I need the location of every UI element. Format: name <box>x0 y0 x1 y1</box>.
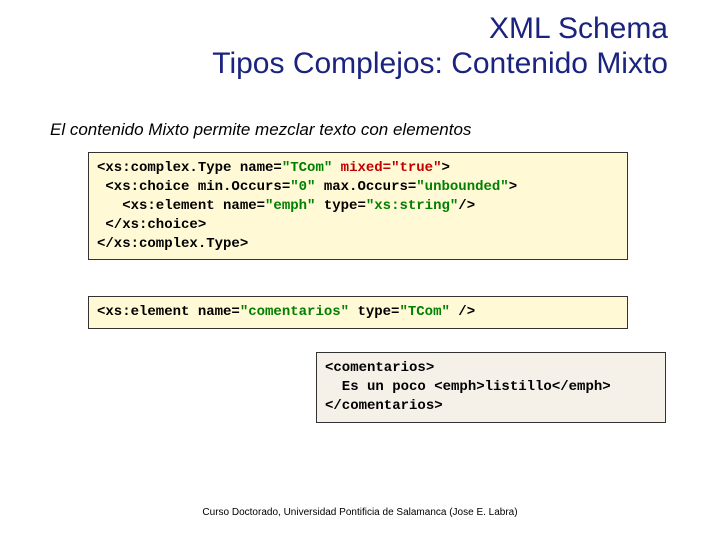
code-string: "comentarios" <box>240 304 349 320</box>
code-string: "TCom" <box>399 304 449 320</box>
code-text: /> <box>450 304 475 320</box>
code-string: "unbounded" <box>416 179 508 195</box>
code-text: <xs:element name= <box>97 198 265 214</box>
slide-title: XML Schema Tipos Complejos: Contenido Mi… <box>212 12 668 81</box>
example-instance-code: <comentarios> Es un poco <emph>listillo<… <box>316 352 666 423</box>
title-line-2: Tipos Complejos: Contenido Mixto <box>212 47 668 82</box>
element-declaration-code: <xs:element name="comentarios" type="TCo… <box>88 296 628 329</box>
code-text: <xs:complex.Type name= <box>97 160 282 176</box>
code-string: "TCom" <box>282 160 332 176</box>
code-text: Es un poco <emph>listillo</emph> <box>325 379 611 395</box>
code-highlight: mixed="true" <box>341 160 442 176</box>
code-text: </xs:complex.Type> <box>97 236 248 252</box>
slide-footer: Curso Doctorado, Universidad Pontificia … <box>0 507 720 518</box>
code-text: type= <box>315 198 365 214</box>
code-text: type= <box>349 304 399 320</box>
code-string: "emph" <box>265 198 315 214</box>
code-text <box>332 160 340 176</box>
code-text: </xs:choice> <box>97 217 206 233</box>
code-string: "xs:string" <box>366 198 458 214</box>
code-text: max.Occurs= <box>315 179 416 195</box>
slide: XML Schema Tipos Complejos: Contenido Mi… <box>0 0 720 540</box>
code-text: /> <box>458 198 475 214</box>
code-text: <xs:choice min.Occurs= <box>97 179 290 195</box>
intro-text: El contenido Mixto permite mezclar texto… <box>50 120 471 140</box>
schema-definition-code: <xs:complex.Type name="TCom" mixed="true… <box>88 152 628 260</box>
title-line-1: XML Schema <box>212 12 668 47</box>
code-text: <comentarios> <box>325 360 434 376</box>
code-text: > <box>509 179 517 195</box>
code-text: > <box>442 160 450 176</box>
code-text: </comentarios> <box>325 398 443 414</box>
code-text: <xs:element name= <box>97 304 240 320</box>
code-string: "0" <box>290 179 315 195</box>
